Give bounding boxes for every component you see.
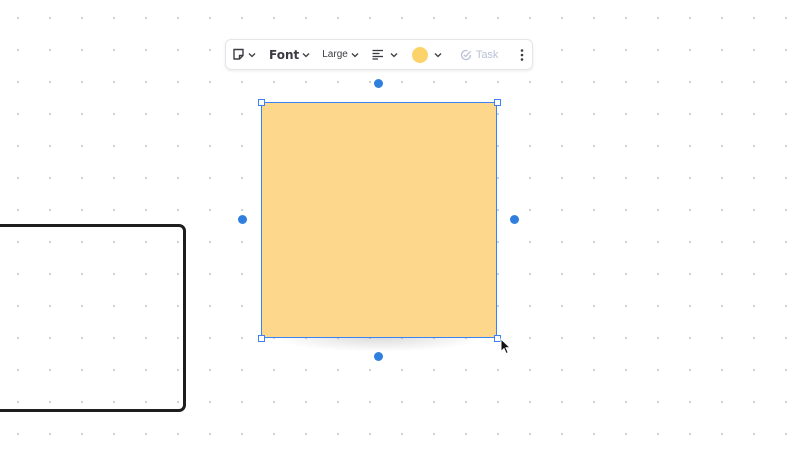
text-align-left-icon — [372, 49, 384, 60]
color-dropdown[interactable] — [411, 40, 442, 69]
chevron-down-icon — [248, 52, 256, 58]
connector-handle-bottom[interactable] — [374, 352, 383, 361]
font-size-dropdown[interactable]: Large — [322, 40, 359, 69]
sticky-note-toolbar: Font Large Task — [225, 39, 533, 70]
chevron-down-icon — [390, 52, 398, 58]
connector-handle-left[interactable] — [238, 215, 247, 224]
whiteboard-canvas[interactable]: Font Large Task — [0, 0, 800, 452]
rectangle-shape[interactable] — [0, 224, 186, 412]
sticky-note-icon — [232, 48, 245, 61]
mouse-cursor-icon — [500, 337, 512, 359]
resize-handle-top-left[interactable] — [258, 99, 265, 106]
sticky-note[interactable] — [261, 102, 497, 338]
chevron-down-icon — [302, 52, 310, 58]
more-vertical-icon — [520, 48, 524, 61]
font-size-label: Large — [322, 49, 348, 60]
resize-handle-top-right[interactable] — [494, 99, 501, 106]
font-label: Font — [269, 47, 300, 62]
connector-handle-right[interactable] — [510, 215, 519, 224]
more-options-button[interactable] — [520, 40, 524, 69]
task-label: Task — [475, 48, 499, 61]
chevron-down-icon — [351, 52, 359, 58]
font-dropdown[interactable]: Font — [269, 40, 310, 69]
task-button[interactable]: Task — [460, 40, 499, 69]
text-align-dropdown[interactable] — [372, 40, 398, 69]
chevron-down-icon — [434, 52, 442, 58]
note-color-swatch — [411, 46, 428, 63]
task-check-icon — [460, 49, 472, 61]
resize-handle-bottom-left[interactable] — [258, 335, 265, 342]
note-type-dropdown[interactable] — [232, 40, 256, 69]
connector-handle-top[interactable] — [374, 79, 383, 88]
